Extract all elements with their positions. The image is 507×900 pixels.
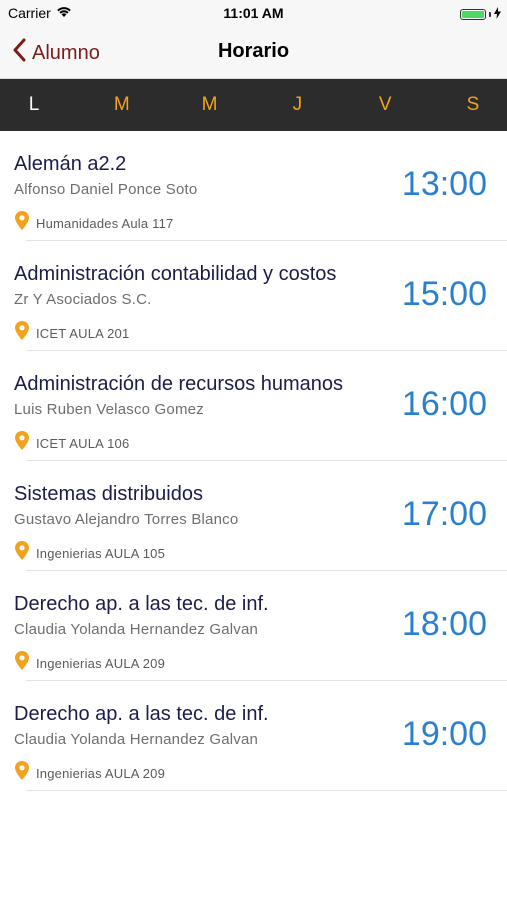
teacher-name: Claudia Yolanda Hernandez Galvan <box>14 731 259 748</box>
charging-icon <box>494 6 501 22</box>
location: Ingenierias AULA 209 <box>15 761 165 785</box>
location: Humanidades Aula 117 <box>15 211 173 235</box>
class-time: 17:00 <box>401 495 487 533</box>
class-time: 19:00 <box>401 715 487 753</box>
location-label: Humanidades Aula 117 <box>36 215 174 231</box>
location: ICET AULA 106 <box>15 431 129 455</box>
status-bar: Carrier 11:01 AM <box>0 0 507 26</box>
location-label: ICET AULA 201 <box>36 325 130 341</box>
course-name: Derecho ap. a las tec. de inf. <box>14 703 269 725</box>
teacher-name: Luis Ruben Velasco Gomez <box>14 401 204 418</box>
day-selector: L M M J V S <box>0 79 507 131</box>
status-time: 11:01 AM <box>223 5 284 21</box>
location-label: Ingenierias AULA 209 <box>36 655 166 671</box>
page-title: Horario <box>217 40 290 62</box>
location-label: Ingenierias AULA 105 <box>36 545 166 561</box>
location: Ingenierias AULA 105 <box>15 541 165 565</box>
location: ICET AULA 201 <box>15 321 129 345</box>
class-time: 15:00 <box>401 275 487 313</box>
course-name: Administración contabilidad y costos <box>14 263 337 285</box>
class-time: 16:00 <box>401 385 487 423</box>
location-label: Ingenierias AULA 209 <box>36 765 166 781</box>
day-tab-jueves[interactable]: J <box>287 94 307 116</box>
row-divider <box>26 790 507 791</box>
course-name: Alemán a2.2 <box>14 153 127 175</box>
location-label: ICET AULA 106 <box>36 435 130 451</box>
day-tab-miercoles[interactable]: M <box>200 94 220 116</box>
teacher-name: Gustavo Alejandro Torres Blanco <box>14 511 239 528</box>
battery-tip <box>489 11 491 17</box>
course-name: Derecho ap. a las tec. de inf. <box>14 593 269 615</box>
schedule-row[interactable]: Alemán a2.2 Alfonso Daniel Ponce Soto 13… <box>0 131 507 241</box>
map-pin-icon <box>15 431 29 455</box>
schedule-row[interactable]: Sistemas distribuidos Gustavo Alejandro … <box>0 461 507 571</box>
schedule-list: Alemán a2.2 Alfonso Daniel Ponce Soto 13… <box>0 131 507 791</box>
schedule-row[interactable]: Derecho ap. a las tec. de inf. Claudia Y… <box>0 571 507 681</box>
schedule-row[interactable]: Administración contabilidad y costos Zr … <box>0 241 507 351</box>
teacher-name: Claudia Yolanda Hernandez Galvan <box>14 621 259 638</box>
teacher-name: Alfonso Daniel Ponce Soto <box>14 181 198 198</box>
navigation-bar: Alumno Horario <box>0 26 507 79</box>
location: Ingenierias AULA 209 <box>15 651 165 675</box>
map-pin-icon <box>15 541 29 565</box>
map-pin-icon <box>15 211 29 235</box>
map-pin-icon <box>15 651 29 675</box>
course-name: Administración de recursos humanos <box>14 373 344 395</box>
day-tab-martes[interactable]: M <box>112 94 132 116</box>
day-tab-sabado[interactable]: S <box>463 94 483 116</box>
course-name: Sistemas distribuidos <box>14 483 203 505</box>
map-pin-icon <box>15 761 29 785</box>
day-tab-viernes[interactable]: V <box>375 94 395 116</box>
class-time: 18:00 <box>401 605 487 643</box>
battery-icon <box>460 8 486 20</box>
day-tab-lunes[interactable]: L <box>24 94 44 116</box>
class-time: 13:00 <box>401 165 487 203</box>
schedule-row[interactable]: Administración de recursos humanos Luis … <box>0 351 507 461</box>
status-right <box>460 6 501 22</box>
teacher-name: Zr Y Asociados S.C. <box>14 291 152 308</box>
schedule-row[interactable]: Derecho ap. a las tec. de inf. Claudia Y… <box>0 681 507 791</box>
map-pin-icon <box>15 321 29 345</box>
